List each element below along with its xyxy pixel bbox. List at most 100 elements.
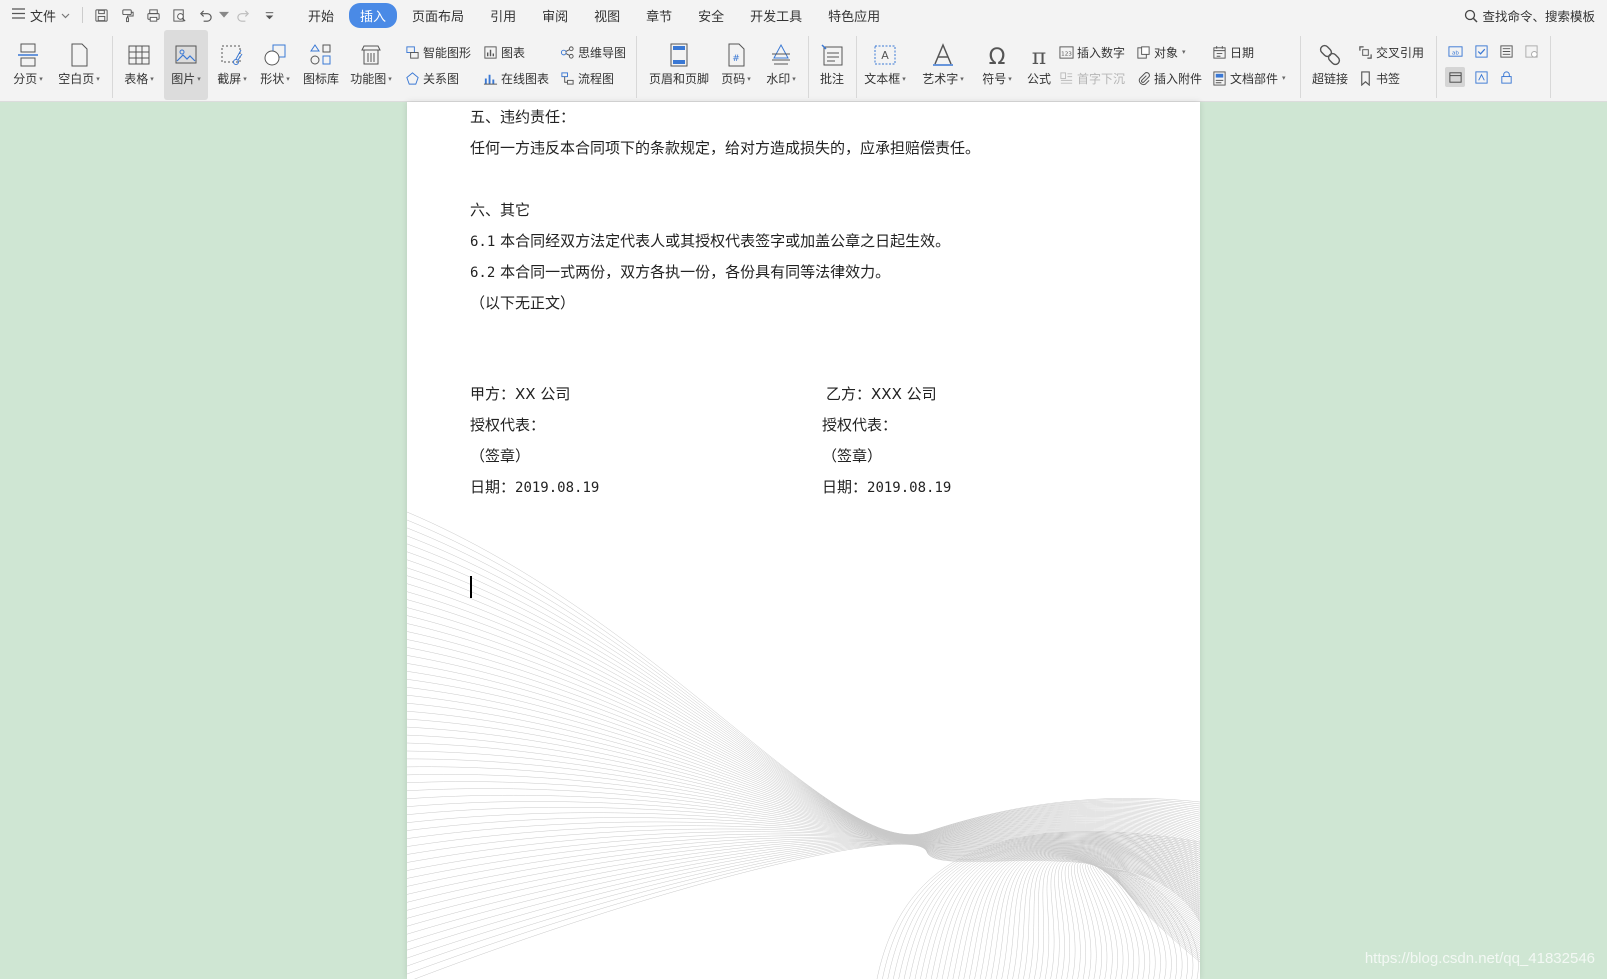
object-label: 对象	[1154, 45, 1179, 60]
undo-dropdown[interactable]	[219, 4, 230, 26]
word-art-icon	[933, 43, 953, 66]
relation-chart-button[interactable]: 关系图	[405, 67, 459, 89]
flowchart-button[interactable]: 流程图	[560, 67, 614, 89]
protect-form-button[interactable]	[1496, 67, 1516, 87]
smart-art-button[interactable]: 智能图形	[405, 41, 471, 63]
drop-cap-icon	[1060, 71, 1073, 84]
formula-button[interactable]: π 公式	[1021, 30, 1057, 100]
hyperlink-label: 超链接	[1311, 72, 1348, 86]
page-break-button[interactable]: 分页 ▾	[6, 30, 50, 100]
picture-label: 图片	[171, 72, 196, 86]
table-label: 表格	[124, 72, 149, 86]
customize-toolbar-button[interactable]	[257, 4, 281, 26]
section5-body: 任何一方违反本合同项下的条款规定，给对方造成损失的，应承担赔偿责任。	[470, 139, 981, 157]
picture-button[interactable]: 图片 ▾	[164, 30, 208, 100]
design-mode-button[interactable]	[1445, 67, 1465, 87]
tab-page-layout[interactable]: 页面布局	[401, 3, 475, 28]
cross-ref-button[interactable]: 交叉引用	[1358, 41, 1424, 63]
document-page[interactable]: 五、违约责任： 任何一方违反本合同项下的条款规定，给对方造成损失的，应承担赔偿责…	[407, 102, 1200, 979]
tab-view[interactable]: 视图	[583, 3, 631, 28]
tab-review[interactable]: 审阅	[531, 3, 579, 28]
comment-icon	[821, 44, 843, 66]
party-a-date: 日期：2019.08.19	[470, 476, 599, 497]
page-break-icon	[18, 43, 38, 67]
smart-art-label: 智能图形	[423, 45, 472, 60]
chevron-down-icon	[219, 11, 230, 18]
party-b-date: 日期：2019.08.19	[822, 476, 951, 497]
online-chart-button[interactable]: 在线图表	[483, 67, 549, 89]
cross-ref-icon	[1359, 45, 1372, 59]
hyperlink-button[interactable]: 超链接	[1308, 30, 1352, 100]
text-box-icon: A	[874, 45, 896, 65]
field-settings-icon	[1524, 44, 1538, 58]
field-settings-button[interactable]	[1521, 41, 1541, 61]
omega-icon: Ω	[989, 45, 1006, 68]
blank-page-button[interactable]: 空白页 ▾	[54, 30, 104, 100]
chart-button[interactable]: 图表	[483, 41, 525, 63]
clause-6-1-text: 本合同经双方法定代表人或其授权代表签字或加盖公章之日起生效。	[500, 232, 951, 250]
symbol-button[interactable]: Ω 符号 ▾	[976, 30, 1018, 100]
party-b-name-label: 乙方：	[826, 385, 872, 403]
tab-security[interactable]: 安全	[687, 3, 735, 28]
attachment-button[interactable]: 插入附件	[1136, 67, 1202, 89]
print-preview-button[interactable]	[167, 4, 191, 26]
watermark-button[interactable]: 水印 ▾	[760, 30, 802, 100]
form-properties-icon	[1474, 70, 1488, 84]
section5-title: 五、违约责任：	[470, 108, 576, 126]
tab-references[interactable]: 引用	[479, 3, 527, 28]
picture-icon	[175, 45, 197, 64]
comment-button[interactable]: 批注	[812, 30, 852, 100]
mind-map-button[interactable]: 思维导图	[560, 41, 626, 63]
command-search-label: 查找命令、搜索模板	[1482, 9, 1595, 24]
page-number-button[interactable]: # 页码 ▾	[716, 30, 756, 100]
text-form-field-button[interactable]: ab	[1445, 41, 1465, 61]
drop-cap-button[interactable]: 首字下沉	[1059, 67, 1125, 89]
quick-access-toolbar	[89, 4, 281, 26]
text-box-button[interactable]: A 文本框 ▾	[860, 30, 910, 100]
format-painter-button[interactable]	[115, 4, 139, 26]
screenshot-button[interactable]: 截屏 ▾	[212, 30, 252, 100]
list-field-button[interactable]	[1496, 41, 1516, 61]
checkbox-field-button[interactable]	[1471, 41, 1491, 61]
party-b-seal: （签章）	[822, 447, 883, 465]
form-properties-button[interactable]	[1471, 67, 1491, 87]
print-button[interactable]	[141, 4, 165, 26]
date-button[interactable]: 日期	[1212, 41, 1254, 63]
online-chart-icon	[483, 74, 498, 85]
shapes-button[interactable]: 形状 ▾	[255, 30, 295, 100]
table-button[interactable]: 表格 ▾	[119, 30, 159, 100]
screenshot-label: 截屏	[217, 72, 242, 86]
tab-insert[interactable]: 插入	[349, 2, 398, 28]
bookmark-button[interactable]: 书签	[1358, 67, 1400, 89]
print-icon	[146, 8, 160, 22]
mind-map-icon	[560, 45, 574, 59]
redo-button[interactable]	[231, 4, 255, 26]
tab-section[interactable]: 章节	[635, 3, 683, 28]
file-menu-label: 文件	[30, 9, 57, 25]
doc-parts-button[interactable]: 文档部件 ▾	[1212, 67, 1286, 89]
command-search[interactable]: 查找命令、搜索模板	[1464, 6, 1595, 25]
icon-library-button[interactable]: 图标库	[301, 30, 341, 100]
undo-button[interactable]	[193, 4, 217, 26]
tab-special-apps[interactable]: 特色应用	[817, 3, 891, 28]
doc-parts-label: 文档部件	[1230, 71, 1279, 86]
header-footer-button[interactable]: 页眉和页脚	[646, 30, 712, 100]
word-art-label: 艺术字	[922, 72, 959, 86]
insert-number-button[interactable]: 123 插入数字	[1059, 41, 1125, 63]
watermark-icon	[772, 43, 790, 65]
file-menu-button[interactable]: 文件	[10, 3, 76, 27]
party-a-name-label: 甲方：	[470, 385, 516, 403]
save-button[interactable]	[89, 4, 113, 26]
party-a-date-value: 2019.08.19	[515, 480, 600, 496]
divider	[1300, 36, 1301, 98]
word-art-button[interactable]: 艺术字 ▾	[918, 30, 968, 100]
online-chart-label: 在线图表	[501, 71, 550, 86]
tab-developer[interactable]: 开发工具	[739, 3, 813, 28]
header-footer-label: 页眉和页脚	[648, 72, 709, 86]
tab-home[interactable]: 开始	[297, 3, 345, 28]
party-a-name-value: XX 公司	[515, 385, 571, 403]
cross-ref-label: 交叉引用	[1376, 45, 1425, 60]
object-button[interactable]: 对象 ▾	[1136, 41, 1186, 63]
svg-text:123: 123	[1061, 51, 1072, 57]
function-chart-button[interactable]: 功能图 ▾	[347, 30, 395, 100]
